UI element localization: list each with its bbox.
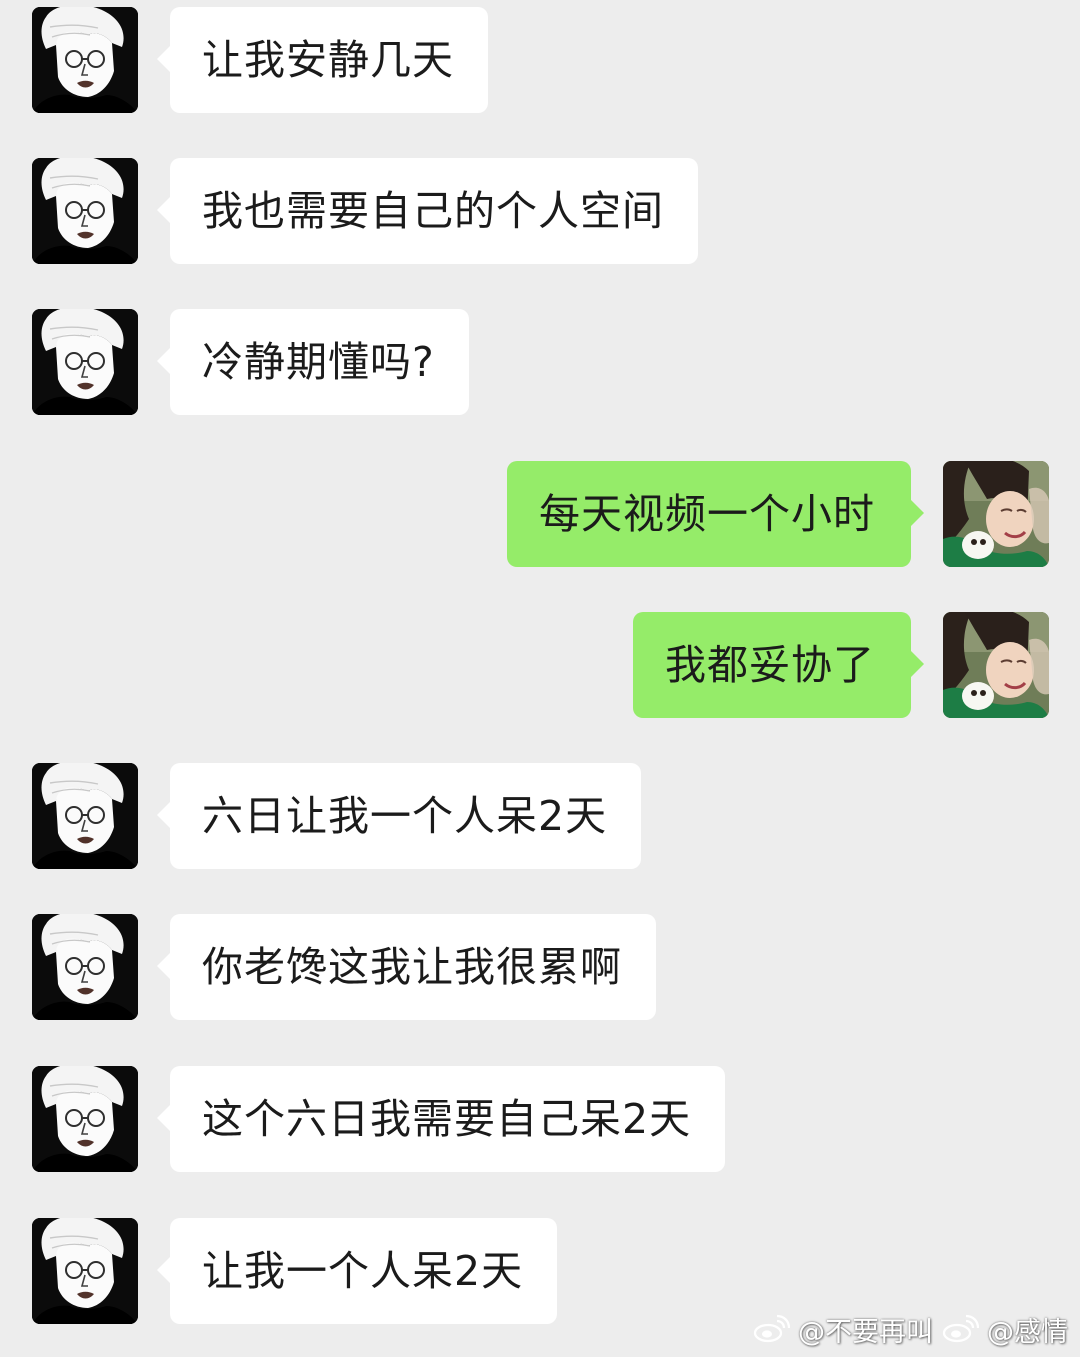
contact-avatar[interactable] bbox=[32, 158, 138, 264]
outgoing-message-bubble[interactable]: 每天视频一个小时 bbox=[507, 461, 924, 567]
contact-avatar[interactable] bbox=[32, 763, 138, 869]
contact-avatar[interactable] bbox=[32, 7, 138, 113]
sketch-portrait-avatar-icon bbox=[32, 309, 138, 415]
chat-message-row: 让我一个人呆2天 bbox=[0, 1218, 1080, 1324]
sketch-portrait-avatar-icon bbox=[32, 1218, 138, 1324]
incoming-message-bubble[interactable]: 冷静期懂吗? bbox=[157, 309, 469, 415]
weibo-watermark: @不要再叫 @感情 bbox=[752, 1311, 1068, 1348]
my-avatar[interactable] bbox=[943, 461, 1049, 567]
contact-avatar[interactable] bbox=[32, 914, 138, 1020]
contact-avatar[interactable] bbox=[32, 1066, 138, 1172]
chat-message-row: 你老馋这我让我很累啊 bbox=[0, 914, 1080, 1020]
incoming-message-bubble[interactable]: 让我一个人呆2天 bbox=[156, 1218, 558, 1324]
incoming-message-bubble[interactable]: 我也需要自己的个人空间 bbox=[157, 158, 698, 264]
chat-message-row: 冷静期懂吗? bbox=[0, 309, 1080, 415]
incoming-message-bubble[interactable]: 让我安静几天 bbox=[157, 7, 488, 113]
chat-message-row: 这个六日我需要自己呆2天 bbox=[0, 1066, 1080, 1172]
incoming-message-bubble[interactable]: 这个六日我需要自己呆2天 bbox=[156, 1066, 726, 1172]
watermark-handle-2: @感情 bbox=[987, 1316, 1068, 1348]
incoming-message-bubble[interactable]: 六日让我一个人呆2天 bbox=[156, 763, 642, 869]
chat-message-row: 每天视频一个小时 bbox=[0, 461, 1080, 567]
photo-portrait-avatar-icon bbox=[943, 461, 1049, 567]
sketch-portrait-avatar-icon bbox=[32, 763, 138, 869]
contact-avatar[interactable] bbox=[32, 1218, 138, 1324]
chat-message-row: 我都妥协了 bbox=[0, 612, 1080, 718]
sketch-portrait-avatar-icon bbox=[32, 914, 138, 1020]
sketch-portrait-avatar-icon bbox=[32, 158, 138, 264]
my-avatar[interactable] bbox=[943, 612, 1049, 718]
incoming-message-bubble[interactable]: 你老馋这我让我很累啊 bbox=[157, 914, 656, 1020]
contact-avatar[interactable] bbox=[32, 309, 138, 415]
chat-message-row: 让我安静几天 bbox=[0, 7, 1080, 113]
weibo-logo-icon bbox=[942, 1314, 979, 1343]
sketch-portrait-avatar-icon bbox=[32, 7, 138, 113]
chat-message-row: 我也需要自己的个人空间 bbox=[0, 158, 1080, 264]
photo-portrait-avatar-icon bbox=[943, 612, 1049, 718]
weibo-logo-icon bbox=[753, 1314, 790, 1343]
sketch-portrait-avatar-icon bbox=[32, 1066, 138, 1172]
watermark-handle-1: @不要再叫 bbox=[798, 1316, 933, 1348]
outgoing-message-bubble[interactable]: 我都妥协了 bbox=[633, 612, 924, 718]
chat-message-row: 六日让我一个人呆2天 bbox=[0, 763, 1080, 869]
